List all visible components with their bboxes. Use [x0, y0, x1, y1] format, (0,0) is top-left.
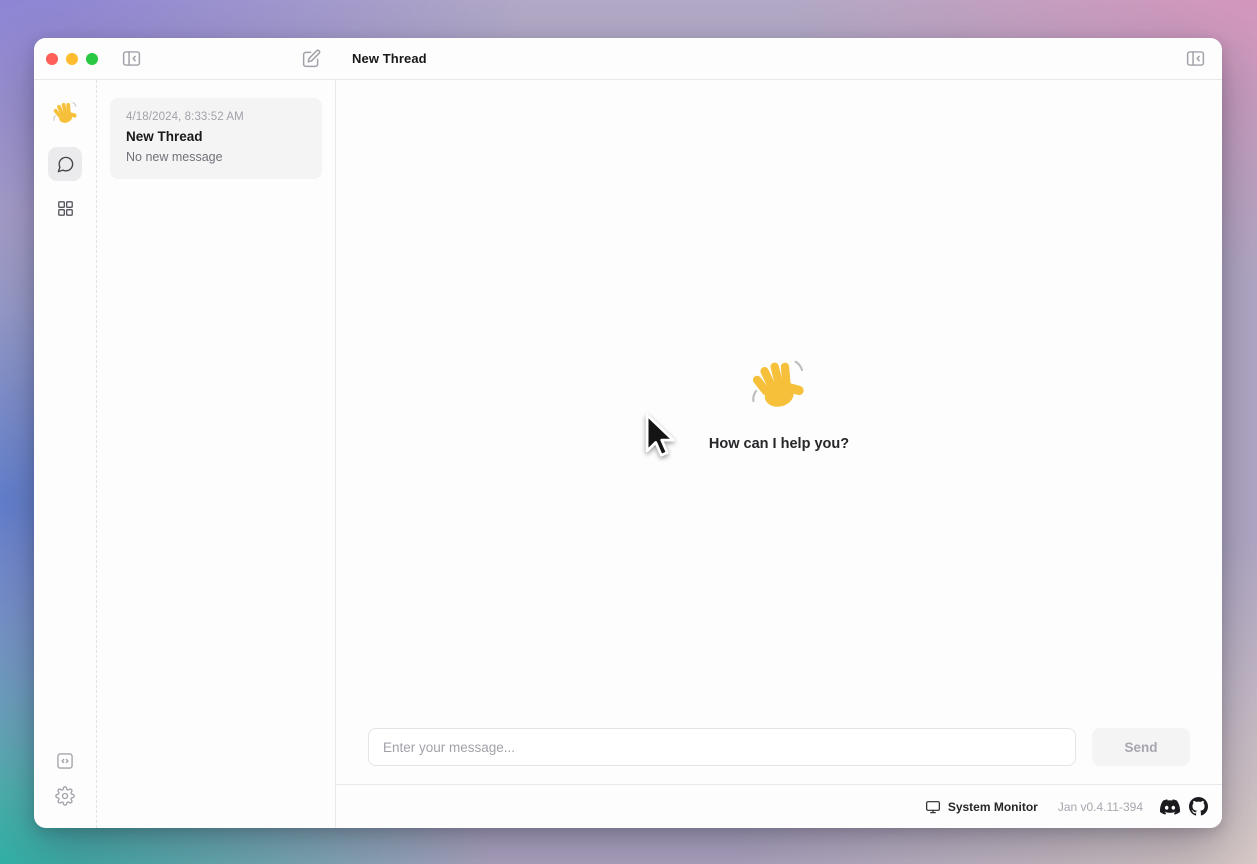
discord-icon [1160, 797, 1180, 817]
thread-title: New Thread [126, 129, 306, 144]
main-panel: How can I help you? Send System Monitor [336, 80, 1222, 828]
minimize-window-button[interactable] [66, 53, 78, 65]
settings-button[interactable] [55, 786, 75, 806]
gear-icon [55, 786, 75, 806]
collapse-left-panel-icon[interactable] [121, 48, 142, 69]
thread-list-panel: 4/18/2024, 8:33:52 AM New Thread No new … [97, 80, 336, 828]
status-bar: System Monitor Jan v0.4.11-394 [336, 784, 1222, 828]
traffic-lights [46, 53, 98, 65]
local-api-server-button[interactable] [55, 751, 75, 771]
sidebar-item-threads[interactable] [48, 147, 82, 181]
welcome-block: How can I help you? [709, 356, 849, 452]
thread-last-message: No new message [126, 150, 306, 164]
new-thread-compose-icon[interactable] [301, 48, 322, 69]
chat-bubble-icon [56, 155, 75, 174]
api-server-icon [55, 751, 75, 771]
system-monitor-label: System Monitor [948, 800, 1038, 814]
github-link[interactable] [1189, 797, 1208, 816]
wave-emoji-icon [52, 100, 79, 127]
greeting-text: How can I help you? [709, 436, 849, 452]
page-title: New Thread [352, 51, 427, 66]
system-monitor-toggle[interactable]: System Monitor [925, 799, 1038, 815]
discord-link[interactable] [1160, 797, 1180, 817]
close-window-button[interactable] [46, 53, 58, 65]
sidebar-item-hub[interactable] [48, 191, 82, 225]
message-composer: Send [336, 728, 1222, 784]
send-button[interactable]: Send [1092, 728, 1190, 766]
footer-social-links [1160, 797, 1208, 817]
titlebar-right-section: New Thread [336, 38, 1222, 79]
left-icon-rail [34, 80, 97, 828]
thread-list-item[interactable]: 4/18/2024, 8:33:52 AM New Thread No new … [110, 98, 322, 179]
monitor-icon [925, 799, 941, 815]
window-body: 4/18/2024, 8:33:52 AM New Thread No new … [34, 80, 1222, 828]
zoom-window-button[interactable] [86, 53, 98, 65]
rail-bottom-section [55, 751, 75, 806]
grid-apps-icon [56, 199, 75, 218]
app-version-label: Jan v0.4.11-394 [1058, 800, 1143, 814]
titlebar-left-section [34, 38, 336, 79]
wave-emoji [749, 356, 809, 416]
thread-timestamp: 4/18/2024, 8:33:52 AM [126, 111, 306, 123]
message-input[interactable] [368, 728, 1076, 766]
collapse-right-panel-icon[interactable] [1185, 48, 1206, 69]
github-icon [1189, 797, 1208, 816]
titlebar: New Thread [34, 38, 1222, 80]
chat-content-area: How can I help you? [336, 80, 1222, 728]
jan-app-window: New Thread [34, 38, 1222, 828]
